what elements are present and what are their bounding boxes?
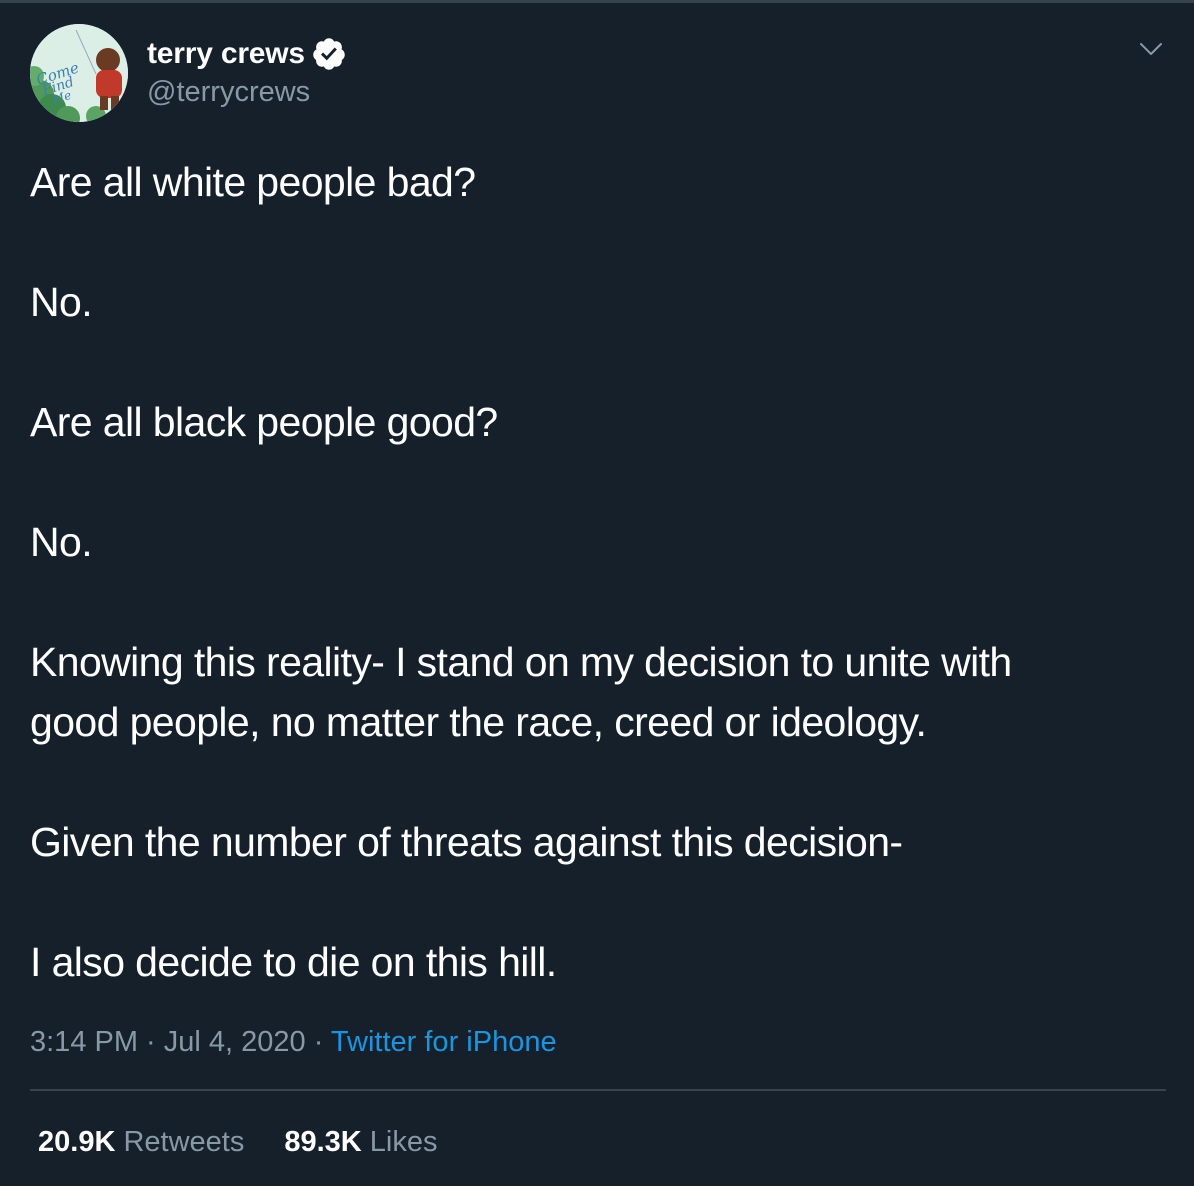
tweet-stats: 20.9K Retweets 89.3K Likes xyxy=(38,1122,478,1162)
tweet-text-line: good people, no matter the race, creed o… xyxy=(30,699,927,745)
tweet-text-line: Given the number of threats against this… xyxy=(30,819,903,865)
tweet-detail: Come Find Me terry crews @terrycrews Are… xyxy=(0,0,1194,1186)
tweet-text-line: Are all white people bad? xyxy=(30,159,476,205)
avatar[interactable]: Come Find Me xyxy=(30,24,128,122)
likes-label: Likes xyxy=(369,1126,438,1158)
author-display-name[interactable]: terry crews xyxy=(147,36,347,72)
tweet-text-line: Are all black people good? xyxy=(30,399,498,445)
tweet-meta: 3:14 PM · Jul 4, 2020 · Twitter for iPho… xyxy=(30,1022,557,1062)
meta-separator: · xyxy=(138,1026,164,1058)
likes-stat[interactable]: 89.3K Likes xyxy=(284,1122,437,1162)
likes-count: 89.3K xyxy=(284,1126,362,1158)
author-handle[interactable]: @terrycrews xyxy=(147,74,310,110)
verified-badge-icon xyxy=(313,38,345,70)
chevron-down-icon[interactable] xyxy=(1136,34,1166,64)
tweet-source-link[interactable]: Twitter for iPhone xyxy=(331,1026,557,1058)
avatar-image: Come Find Me xyxy=(30,24,128,122)
retweets-label: Retweets xyxy=(123,1126,245,1158)
divider xyxy=(30,1089,1166,1091)
tweet-date[interactable]: Jul 4, 2020 xyxy=(164,1026,306,1058)
tweet-text-line: No. xyxy=(30,519,93,565)
tweet-text-line: No. xyxy=(30,279,93,325)
tweet-text-line: I also decide to die on this hill. xyxy=(30,939,557,985)
tweet-text-line: Knowing this reality- I stand on my deci… xyxy=(30,639,1012,685)
author-name-text[interactable]: terry crews xyxy=(147,36,305,72)
tweet-time[interactable]: 3:14 PM xyxy=(30,1026,138,1058)
retweets-count: 20.9K xyxy=(38,1126,116,1158)
retweets-stat[interactable]: 20.9K Retweets xyxy=(38,1122,244,1162)
meta-separator: · xyxy=(305,1026,331,1058)
